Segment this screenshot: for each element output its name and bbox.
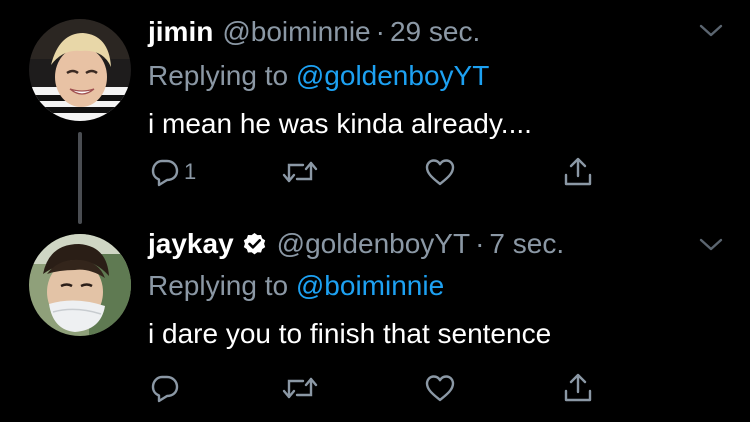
- retweet-icon: [282, 161, 318, 183]
- display-name[interactable]: jaykay: [148, 228, 234, 260]
- chevron-down-icon[interactable]: [698, 236, 724, 254]
- timestamp[interactable]: 7 sec.: [489, 228, 564, 260]
- replying-to-mention[interactable]: @goldenboyYT: [296, 60, 489, 91]
- like-button[interactable]: [424, 152, 456, 192]
- reply-bubble-icon: [151, 375, 179, 403]
- share-button[interactable]: [562, 368, 594, 408]
- heart-icon: [425, 375, 455, 402]
- tweet[interactable]: jimin @boiminnie · 29 sec. Replying to @…: [0, 0, 750, 224]
- avatar-image: [29, 19, 131, 121]
- verified-badge-icon: [243, 233, 265, 255]
- avatar[interactable]: [29, 234, 131, 336]
- replying-to-label: Replying to: [148, 270, 289, 301]
- reply-bubble-icon: [151, 159, 179, 187]
- user-handle[interactable]: @boiminnie: [222, 16, 370, 48]
- tweet-header: jaykay @goldenboyYT · 7 sec.: [148, 226, 564, 266]
- retweet-button[interactable]: [282, 152, 318, 192]
- tweet[interactable]: jaykay @goldenboyYT · 7 sec. Replying to…: [0, 210, 750, 422]
- timestamp[interactable]: 29 sec.: [390, 16, 480, 48]
- share-icon: [564, 373, 592, 402]
- replying-to-mention[interactable]: @boiminnie: [296, 270, 444, 301]
- share-button[interactable]: [562, 152, 594, 192]
- tweet-actions: 1: [150, 152, 610, 192]
- replying-to: Replying to @goldenboyYT: [148, 60, 489, 92]
- avatar[interactable]: [29, 19, 131, 121]
- retweet-icon: [282, 377, 318, 399]
- avatar-image: [29, 234, 131, 336]
- replying-to-label: Replying to: [148, 60, 289, 91]
- tweet-actions: [150, 368, 610, 408]
- tweet-header: jimin @boiminnie · 29 sec.: [148, 16, 480, 56]
- heart-icon: [425, 159, 455, 186]
- reply-button[interactable]: [150, 368, 184, 408]
- user-handle[interactable]: @goldenboyYT: [277, 228, 470, 260]
- share-icon: [564, 157, 592, 186]
- reply-count: 1: [184, 159, 197, 184]
- display-name[interactable]: jimin: [148, 16, 213, 48]
- retweet-button[interactable]: [282, 368, 318, 408]
- replying-to: Replying to @boiminnie: [148, 270, 444, 302]
- reply-button[interactable]: 1: [150, 152, 196, 192]
- tweet-text: i mean he was kinda already....: [148, 108, 532, 139]
- separator-dot: ·: [375, 16, 385, 47]
- tweet-text: i dare you to finish that sentence: [148, 318, 552, 349]
- like-button[interactable]: [424, 368, 456, 408]
- chevron-down-icon[interactable]: [698, 22, 724, 40]
- separator-dot: ·: [475, 228, 485, 259]
